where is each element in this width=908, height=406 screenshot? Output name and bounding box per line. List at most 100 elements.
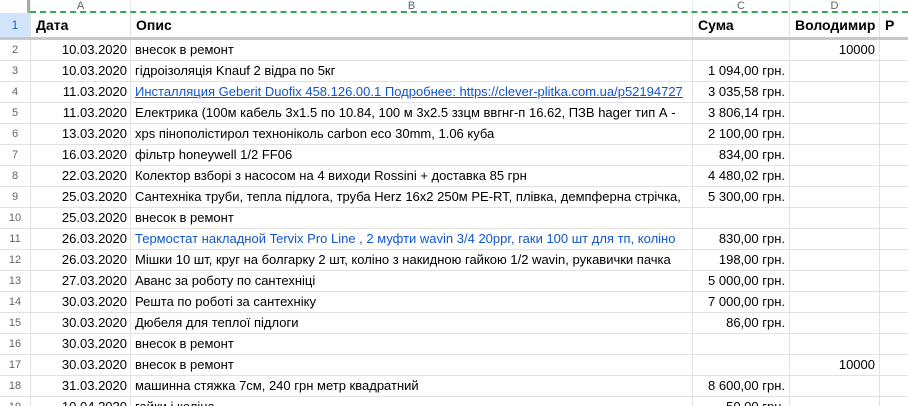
row-number[interactable]: 3 [0, 61, 30, 81]
cell-sum[interactable] [692, 355, 789, 375]
cell-volodymyr[interactable] [789, 229, 879, 249]
row-number[interactable]: 18 [0, 376, 30, 396]
cell-extra[interactable] [879, 271, 908, 291]
cell-date[interactable]: 26.03.2020 [30, 250, 130, 270]
cell-date[interactable]: 27.03.2020 [30, 271, 130, 291]
row-number[interactable]: 2 [0, 40, 30, 60]
cell-volodymyr[interactable] [789, 124, 879, 144]
cell-date[interactable]: 10.03.2020 [30, 61, 130, 81]
cell-volodymyr[interactable]: 10000 [789, 40, 879, 60]
cell-volodymyr[interactable] [789, 145, 879, 165]
cell-description[interactable]: фільтр honeywell 1/2 FF06 [130, 145, 692, 165]
cell-date[interactable]: 30.03.2020 [30, 334, 130, 354]
cell-volodymyr[interactable] [789, 250, 879, 270]
cell-sum[interactable] [692, 334, 789, 354]
cell-sum[interactable]: 7 000,00 грн. [692, 292, 789, 312]
row-number[interactable]: 5 [0, 103, 30, 123]
cell-extra[interactable] [879, 82, 908, 102]
cell-volodymyr[interactable] [789, 166, 879, 186]
row-number[interactable]: 17 [0, 355, 30, 375]
cell-extra[interactable] [879, 166, 908, 186]
cell-sum[interactable]: 198,00 грн. [692, 250, 789, 270]
header-cell-description[interactable]: Опис [130, 13, 692, 37]
cell-date[interactable]: 22.03.2020 [30, 166, 130, 186]
cell-sum[interactable]: 834,00 грн. [692, 145, 789, 165]
cell-date[interactable]: 26.03.2020 [30, 229, 130, 249]
cell-volodymyr[interactable] [789, 313, 879, 333]
header-cell-r[interactable]: Р [879, 13, 908, 37]
row-number[interactable]: 13 [0, 271, 30, 291]
cell-volodymyr[interactable] [789, 397, 879, 406]
cell-description[interactable]: Инсталляция Geberit Duofix 458.126.00.1 … [130, 82, 692, 102]
cell-date[interactable]: 10.03.2020 [30, 40, 130, 60]
cell-extra[interactable] [879, 313, 908, 333]
cell-volodymyr[interactable] [789, 376, 879, 396]
cell-extra[interactable] [879, 187, 908, 207]
cell-sum[interactable]: 5 000,00 грн. [692, 271, 789, 291]
cell-date[interactable]: 10.04.2020 [30, 397, 130, 406]
row-number-1[interactable]: 1 [0, 13, 30, 37]
cell-description[interactable]: внесок в ремонт [130, 355, 692, 375]
row-number[interactable]: 16 [0, 334, 30, 354]
cell-date[interactable]: 13.03.2020 [30, 124, 130, 144]
cell-description[interactable]: внесок в ремонт [130, 334, 692, 354]
cell-date[interactable]: 30.03.2020 [30, 355, 130, 375]
row-number[interactable]: 7 [0, 145, 30, 165]
row-number[interactable]: 4 [0, 82, 30, 102]
row-number[interactable]: 8 [0, 166, 30, 186]
row-number[interactable]: 15 [0, 313, 30, 333]
cell-volodymyr[interactable] [789, 82, 879, 102]
cell-sum[interactable]: 4 480,02 грн. [692, 166, 789, 186]
cell-description[interactable]: гайки і коліна [130, 397, 692, 406]
row-number[interactable]: 19 [0, 397, 30, 406]
cell-sum[interactable]: 2 100,00 грн. [692, 124, 789, 144]
sheet-corner[interactable] [0, 0, 30, 13]
row-number[interactable]: 6 [0, 124, 30, 144]
cell-sum[interactable]: 5 300,00 грн. [692, 187, 789, 207]
cell-description[interactable]: Аванс за роботу по сантехніці [130, 271, 692, 291]
cell-description[interactable]: внесок в ремонт [130, 40, 692, 60]
header-cell-volodymyr[interactable]: Володимир [789, 13, 879, 37]
cell-volodymyr[interactable] [789, 271, 879, 291]
cell-sum[interactable] [692, 208, 789, 228]
cell-description[interactable]: машинна стяжка 7см, 240 грн метр квадрат… [130, 376, 692, 396]
cell-volodymyr[interactable] [789, 208, 879, 228]
row-number[interactable]: 11 [0, 229, 30, 249]
cell-extra[interactable] [879, 145, 908, 165]
cell-date[interactable]: 16.03.2020 [30, 145, 130, 165]
row-number[interactable]: 9 [0, 187, 30, 207]
cell-description[interactable]: внесок в ремонт [130, 208, 692, 228]
row-number[interactable]: 10 [0, 208, 30, 228]
cell-sum[interactable]: 1 094,00 грн. [692, 61, 789, 81]
cell-extra[interactable] [879, 292, 908, 312]
cell-sum[interactable]: 3 806,14 грн. [692, 103, 789, 123]
cell-description[interactable]: Решта по роботі за сантехніку [130, 292, 692, 312]
cell-description[interactable]: Сантехніка труби, тепла підлога, труба H… [130, 187, 692, 207]
cell-description[interactable]: Дюбеля для теплої підлоги [130, 313, 692, 333]
row-number[interactable]: 14 [0, 292, 30, 312]
cell-extra[interactable] [879, 208, 908, 228]
cell-date[interactable]: 11.03.2020 [30, 82, 130, 102]
cell-sum[interactable]: 86,00 грн. [692, 313, 789, 333]
cell-description[interactable]: Мішки 10 шт, круг на болгарку 2 шт, колі… [130, 250, 692, 270]
header-cell-sum[interactable]: Сума [692, 13, 789, 37]
cell-description[interactable]: гідроізоляція Knauf 2 відра по 5кг [130, 61, 692, 81]
cell-extra[interactable] [879, 229, 908, 249]
cell-description[interactable]: Електрика (100м кабель 3х1.5 по 10.84, 1… [130, 103, 692, 123]
cell-volodymyr[interactable] [789, 187, 879, 207]
cell-date[interactable]: 31.03.2020 [30, 376, 130, 396]
cell-sum[interactable]: 8 600,00 грн. [692, 376, 789, 396]
cell-date[interactable]: 30.03.2020 [30, 313, 130, 333]
cell-volodymyr[interactable]: 10000 [789, 355, 879, 375]
cell-volodymyr[interactable] [789, 61, 879, 81]
cell-sum[interactable]: 50,00 грн. [692, 397, 789, 406]
row-number[interactable]: 12 [0, 250, 30, 270]
cell-date[interactable]: 30.03.2020 [30, 292, 130, 312]
cell-sum[interactable]: 830,00 грн. [692, 229, 789, 249]
cell-description[interactable]: Колектор взборі з насосом на 4 виходи Ro… [130, 166, 692, 186]
cell-date[interactable]: 25.03.2020 [30, 208, 130, 228]
cell-description[interactable]: xps пінополістирол техноніколь carbon ec… [130, 124, 692, 144]
cell-date[interactable]: 11.03.2020 [30, 103, 130, 123]
cell-date[interactable]: 25.03.2020 [30, 187, 130, 207]
cell-extra[interactable] [879, 334, 908, 354]
